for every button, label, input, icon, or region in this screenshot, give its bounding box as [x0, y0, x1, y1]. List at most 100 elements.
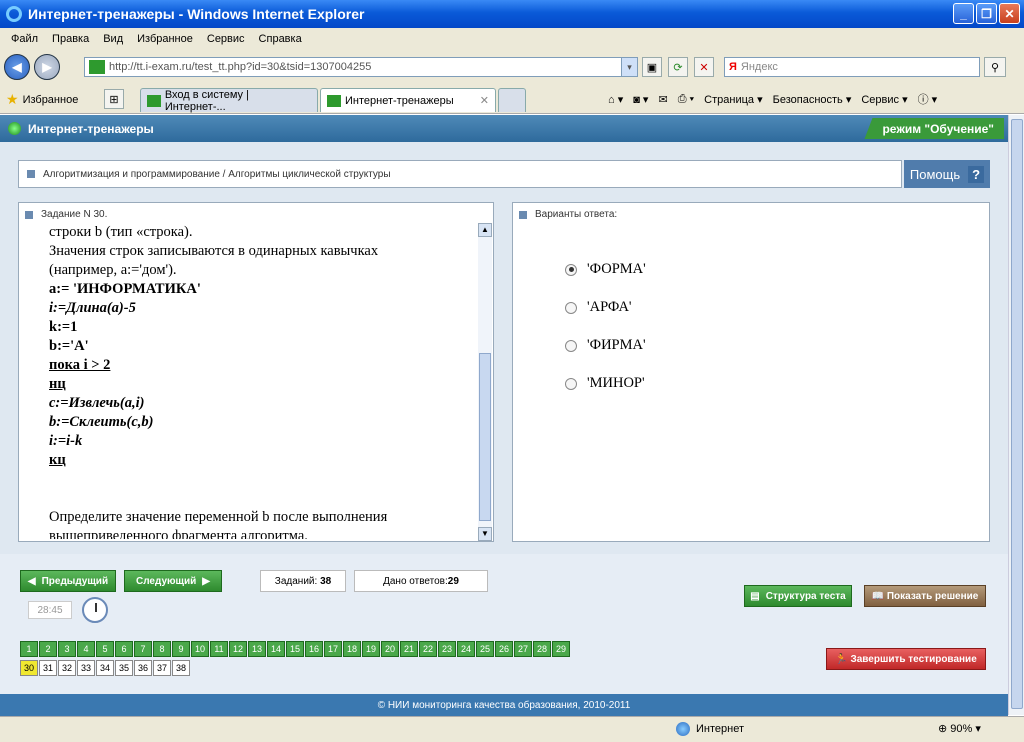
menu-file[interactable]: Файл: [4, 33, 45, 45]
answer-option[interactable]: 'ФИРМА': [565, 337, 646, 354]
question-link-27[interactable]: 27: [514, 641, 532, 657]
radio-icon[interactable]: [565, 339, 577, 352]
question-link-16[interactable]: 16: [305, 641, 323, 657]
task-line: (например, a:='дом').: [49, 262, 177, 278]
zoom-control[interactable]: ⊕ 90% ▾: [938, 722, 981, 735]
question-link-12[interactable]: 12: [229, 641, 247, 657]
print-icon[interactable]: ⎙ ▾: [678, 93, 694, 106]
question-link-3[interactable]: 3: [58, 641, 76, 657]
question-link-25[interactable]: 25: [476, 641, 494, 657]
answered-value: 29: [447, 575, 459, 587]
question-link-21[interactable]: 21: [400, 641, 418, 657]
question-link-33[interactable]: 33: [77, 660, 95, 676]
security-zone: Интернет: [676, 722, 744, 736]
close-tab-icon[interactable]: ✕: [480, 94, 489, 107]
help-button[interactable]: Помощь ?: [904, 160, 990, 188]
mail-icon[interactable]: ✉: [658, 93, 667, 106]
question-link-13[interactable]: 13: [248, 641, 266, 657]
question-link-8[interactable]: 8: [153, 641, 171, 657]
question-link-20[interactable]: 20: [381, 641, 399, 657]
question-link-32[interactable]: 32: [58, 660, 76, 676]
menu-favorites[interactable]: Избранное: [130, 33, 200, 45]
solution-button[interactable]: 📖 Показать решение: [864, 585, 986, 607]
question-link-38[interactable]: 38: [172, 660, 190, 676]
favorites-button[interactable]: ★ Избранное: [6, 91, 78, 108]
security-menu[interactable]: Безопасность ▾: [773, 93, 852, 106]
menu-help[interactable]: Справка: [252, 33, 309, 45]
menu-tools[interactable]: Сервис: [200, 33, 252, 45]
menu-edit[interactable]: Правка: [45, 33, 96, 45]
back-button[interactable]: ◀: [4, 54, 30, 80]
question-link-2[interactable]: 2: [39, 641, 57, 657]
menu-view[interactable]: Вид: [96, 33, 130, 45]
question-link-22[interactable]: 22: [419, 641, 437, 657]
scroll-thumb[interactable]: [1011, 119, 1023, 709]
new-tab-button[interactable]: [498, 88, 526, 112]
question-link-7[interactable]: 7: [134, 641, 152, 657]
task-line: b:='А': [49, 338, 89, 354]
question-link-10[interactable]: 10: [191, 641, 209, 657]
question-link-28[interactable]: 28: [533, 641, 551, 657]
question-link-35[interactable]: 35: [115, 660, 133, 676]
bullet-icon: [519, 210, 527, 219]
question-link-37[interactable]: 37: [153, 660, 171, 676]
question-link-23[interactable]: 23: [438, 641, 456, 657]
question-link-31[interactable]: 31: [39, 660, 57, 676]
quick-tabs-icon[interactable]: ⊞: [104, 89, 124, 109]
task-scrollbar[interactable]: ▲ ▼: [478, 223, 492, 541]
answer-option[interactable]: 'АРФА': [565, 299, 632, 316]
question-link-11[interactable]: 11: [210, 641, 228, 657]
search-button-icon[interactable]: ⚲: [984, 57, 1006, 77]
question-link-30[interactable]: 30: [20, 660, 38, 676]
question-link-18[interactable]: 18: [343, 641, 361, 657]
page-scrollbar[interactable]: [1008, 115, 1024, 715]
service-menu[interactable]: Сервис ▾: [861, 93, 907, 106]
home-icon[interactable]: ⌂ ▾: [608, 93, 623, 106]
answer-option[interactable]: 'ФОРМА': [565, 261, 646, 278]
tab-login[interactable]: Вход в систему | Интернет-...: [140, 88, 318, 113]
radio-icon[interactable]: [565, 377, 577, 390]
tab-trainers[interactable]: Интернет-тренажеры ✕: [320, 88, 496, 112]
radio-icon[interactable]: [565, 301, 577, 314]
search-input[interactable]: Я Яндекс: [724, 57, 980, 77]
question-link-29[interactable]: 29: [552, 641, 570, 657]
zoom-icon: ⊕: [938, 723, 948, 735]
minimize-button[interactable]: _: [953, 3, 974, 24]
question-link-19[interactable]: 19: [362, 641, 380, 657]
forward-button[interactable]: ▶: [34, 54, 60, 80]
question-link-14[interactable]: 14: [267, 641, 285, 657]
question-link-26[interactable]: 26: [495, 641, 513, 657]
prev-button[interactable]: ◀ Предыдущий: [20, 570, 116, 592]
solution-label: Показать решение: [886, 590, 979, 602]
question-link-36[interactable]: 36: [134, 660, 152, 676]
help-icon[interactable]: ⓘ ▾: [918, 91, 938, 107]
scroll-up-icon[interactable]: ▲: [478, 223, 492, 237]
scroll-thumb[interactable]: [479, 353, 491, 521]
radio-icon[interactable]: [565, 263, 577, 276]
question-link-34[interactable]: 34: [96, 660, 114, 676]
task-line: c:=Извлечь(a,i): [49, 395, 145, 411]
scroll-down-icon[interactable]: ▼: [478, 527, 492, 541]
question-link-1[interactable]: 1: [20, 641, 38, 657]
question-link-24[interactable]: 24: [457, 641, 475, 657]
finish-button[interactable]: 🏃 Завершить тестирование: [826, 648, 986, 670]
answer-option[interactable]: 'МИНОР': [565, 375, 645, 392]
question-link-9[interactable]: 9: [172, 641, 190, 657]
address-dropdown-icon[interactable]: ▾: [621, 58, 637, 76]
question-link-4[interactable]: 4: [77, 641, 95, 657]
question-link-15[interactable]: 15: [286, 641, 304, 657]
question-link-17[interactable]: 17: [324, 641, 342, 657]
question-link-5[interactable]: 5: [96, 641, 114, 657]
maximize-button[interactable]: ❐: [976, 3, 997, 24]
next-button[interactable]: Следующий ▶: [124, 570, 222, 592]
compat-view-icon[interactable]: ▣: [642, 57, 662, 77]
structure-button[interactable]: ▤ Структура теста: [744, 585, 852, 607]
address-bar[interactable]: http://tt.i-exam.ru/test_tt.php?id=30&ts…: [84, 57, 638, 77]
page-menu[interactable]: Страница ▾: [704, 93, 762, 106]
stop-icon[interactable]: ✕: [694, 57, 714, 77]
question-link-6[interactable]: 6: [115, 641, 133, 657]
tasks-value: 38: [320, 575, 332, 587]
refresh-icon[interactable]: ⟳: [668, 57, 688, 77]
feeds-icon[interactable]: ◙ ▾: [633, 93, 648, 106]
close-button[interactable]: ✕: [999, 3, 1020, 24]
